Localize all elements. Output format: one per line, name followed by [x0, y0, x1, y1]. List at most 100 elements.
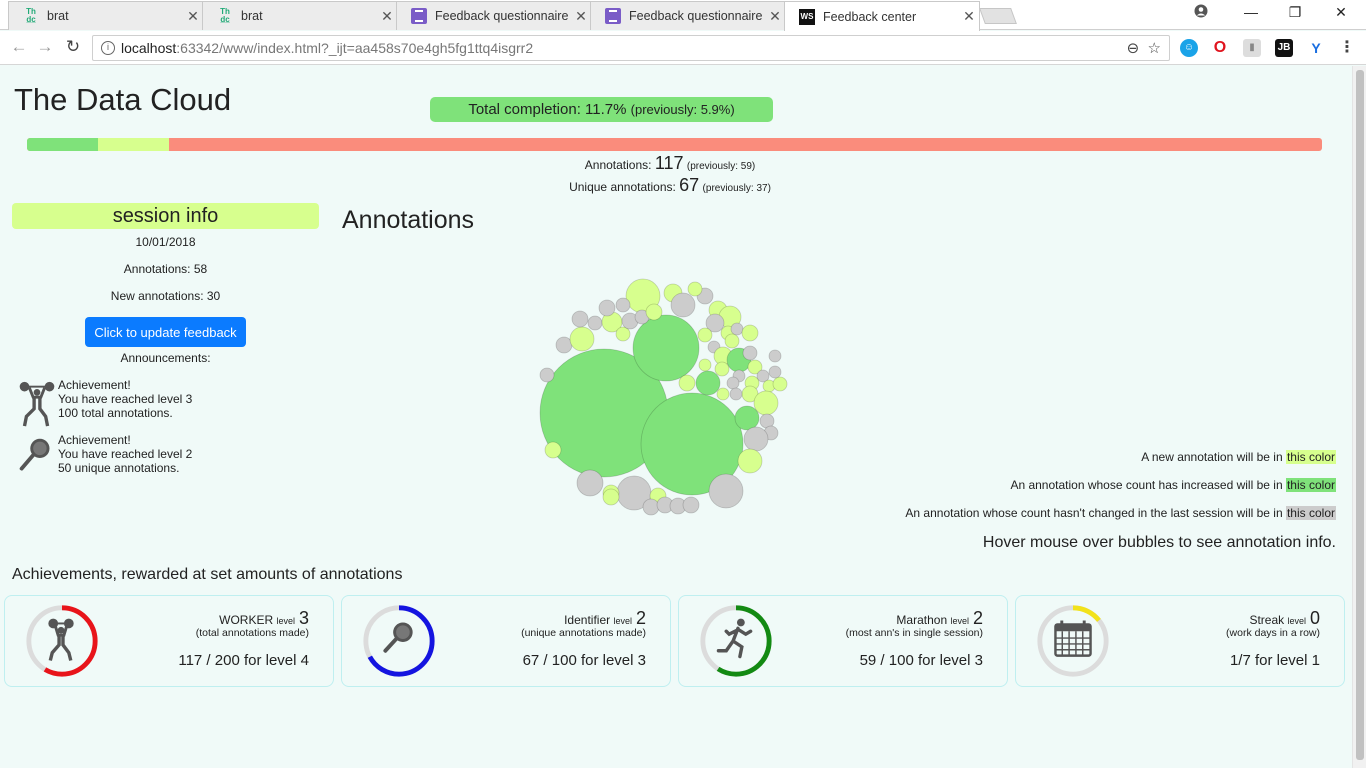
annotation-bubble[interactable] — [555, 336, 573, 354]
annotation-bubble[interactable] — [726, 376, 740, 390]
achievement-title: WORKER level 3 — [219, 608, 309, 629]
announcement-text: Achievement! You have reached level 3 10… — [58, 378, 192, 428]
brat-logo-icon: Th d̲c̲ — [220, 7, 230, 24]
minimize-window-icon[interactable]: — — [1236, 4, 1266, 20]
legend-new-swatch: this color — [1285, 450, 1336, 464]
annotation-bubble[interactable] — [632, 314, 700, 382]
achievement-level-word: level — [613, 616, 632, 626]
achievement-level: 2 — [635, 608, 646, 628]
annotation-bubble[interactable] — [576, 469, 604, 497]
annotation-bubble[interactable] — [539, 367, 555, 383]
annotation-bubble[interactable] — [741, 324, 759, 342]
annotation-bubble[interactable] — [743, 426, 769, 452]
annotation-bubble[interactable] — [695, 370, 721, 396]
browser-tab-feedback-questionnaire-2[interactable]: Feedback questionnaire ✕ — [590, 1, 786, 30]
annotation-bubble[interactable] — [670, 292, 696, 318]
forward-icon[interactable]: → — [34, 37, 56, 57]
annotation-bubble[interactable] — [544, 441, 562, 459]
worker-progress-ring — [26, 605, 98, 677]
annotation-bubble[interactable] — [742, 345, 758, 361]
close-tab-icon[interactable]: ✕ — [571, 8, 591, 25]
extension-opera-icon[interactable]: O — [1211, 39, 1229, 57]
annotation-bubble[interactable] — [682, 496, 700, 514]
annotation-bubble[interactable] — [734, 405, 760, 431]
announcement-text: Achievement! You have reached level 2 50… — [58, 433, 192, 483]
annotation-bubble[interactable] — [714, 361, 730, 377]
close-tab-icon[interactable]: ✕ — [765, 8, 785, 25]
progress-segment-new — [98, 138, 170, 151]
browser-tab-brat-1[interactable]: Th d̲c̲ brat ✕ — [8, 1, 204, 30]
achievement-subtitle: (most ann's in single session) — [845, 627, 983, 639]
legend-increased-text: An annotation whose count has increased … — [1010, 478, 1283, 492]
annotations-count-previous: (previously: 59) — [686, 161, 756, 172]
annotation-bubble[interactable] — [729, 387, 743, 401]
browser-tab-feedback-questionnaire-1[interactable]: Feedback questionnaire ✕ — [396, 1, 592, 30]
extension-y-icon[interactable]: Y — [1307, 39, 1325, 57]
annotation-bubble[interactable] — [772, 376, 788, 392]
annotation-bubble[interactable] — [615, 297, 631, 313]
site-info-icon[interactable]: i — [101, 41, 115, 55]
announcement-line: You have reached level 3 — [58, 392, 193, 406]
extension-jetbrains-icon[interactable]: JB — [1275, 39, 1293, 57]
zoom-icon[interactable]: ⊖ — [1127, 40, 1140, 57]
reload-icon[interactable]: ↻ — [62, 37, 84, 57]
bookmark-star-icon[interactable]: ☆ — [1148, 40, 1161, 57]
scrollbar-thumb[interactable] — [1356, 70, 1364, 760]
annotation-bubble[interactable] — [687, 281, 703, 297]
new-tab-button[interactable] — [979, 8, 1017, 24]
annotation-bubble[interactable] — [697, 327, 713, 343]
annotation-bubble[interactable] — [737, 448, 763, 474]
profile-icon[interactable] — [1186, 4, 1216, 21]
close-window-icon[interactable]: ✕ — [1326, 4, 1356, 21]
annotation-bubble[interactable] — [678, 374, 696, 392]
achievement-goal: 59 / 100 for level 3 — [859, 652, 983, 669]
annotation-bubble[interactable] — [753, 390, 779, 416]
achievements-heading: Achievements, rewarded at set amounts of… — [12, 566, 403, 583]
total-completion-previous: (previously: 5.9%) — [630, 102, 735, 117]
annotations-count-value: 117 — [654, 153, 684, 173]
annotation-bubble[interactable] — [730, 322, 744, 336]
achievement-name: WORKER — [219, 613, 274, 627]
close-tab-icon[interactable]: ✕ — [377, 8, 397, 25]
announcement-line: Achievement! — [58, 378, 131, 392]
annotation-bubble[interactable] — [569, 326, 595, 352]
annotation-bubble[interactable] — [768, 365, 782, 379]
annotation-bubble[interactable] — [708, 473, 744, 509]
browser-menu-icon[interactable]: ⋮ — [1338, 39, 1356, 57]
annotation-bubble[interactable] — [716, 387, 730, 401]
legend-unchanged-swatch: this color — [1285, 506, 1336, 520]
annotation-bubble[interactable] — [698, 358, 712, 372]
annotation-bubble[interactable] — [598, 299, 616, 317]
runner-icon — [716, 618, 753, 659]
marathon-progress-ring — [700, 605, 772, 677]
annotation-bubble[interactable] — [602, 488, 620, 506]
page-scrollbar[interactable] — [1352, 66, 1366, 768]
address-bar[interactable]: i localhost :63342/www/index.html?_ijt=a… — [92, 35, 1170, 61]
annotation-bubble-chart[interactable] — [520, 266, 800, 536]
close-tab-icon[interactable]: ✕ — [183, 8, 203, 25]
url-path: :63342/www/index.html?_ijt=aa458s70e4gh5… — [176, 40, 534, 56]
legend-new-text: A new annotation will be in — [1141, 450, 1283, 464]
annotations-count-label: Annotations: — [584, 158, 652, 172]
browser-tab-feedback-center[interactable]: WS Feedback center ✕ — [784, 1, 980, 31]
announcement-item: Achievement! You have reached level 2 50… — [16, 433, 316, 483]
browser-tab-brat-2[interactable]: Th d̲c̲ brat ✕ — [202, 1, 398, 30]
annotation-bubble[interactable] — [642, 498, 660, 516]
annotation-bubble[interactable] — [645, 303, 663, 321]
extension-clipboard-icon[interactable]: ▮ — [1243, 39, 1261, 57]
extension-ghost-icon[interactable]: ☺ — [1180, 39, 1198, 57]
announcement-line: Achievement! — [58, 433, 131, 447]
url-host: localhost — [121, 40, 177, 56]
achievement-name: Identifier — [564, 613, 611, 627]
annotation-bubble[interactable] — [587, 315, 603, 331]
unique-count-previous: (previously: 37) — [702, 183, 771, 194]
update-feedback-button[interactable]: Click to update feedback — [85, 317, 246, 347]
annotation-bubble[interactable] — [768, 349, 782, 363]
streak-progress-ring — [1037, 605, 1109, 677]
restore-window-icon[interactable]: ❐ — [1280, 4, 1310, 21]
back-icon[interactable]: ← — [8, 37, 30, 57]
annotation-bubble[interactable] — [571, 310, 589, 328]
close-tab-icon[interactable]: ✕ — [959, 8, 979, 25]
annotation-bubble[interactable] — [724, 333, 740, 349]
session-new-annotations: New annotations: 30 — [110, 289, 221, 303]
